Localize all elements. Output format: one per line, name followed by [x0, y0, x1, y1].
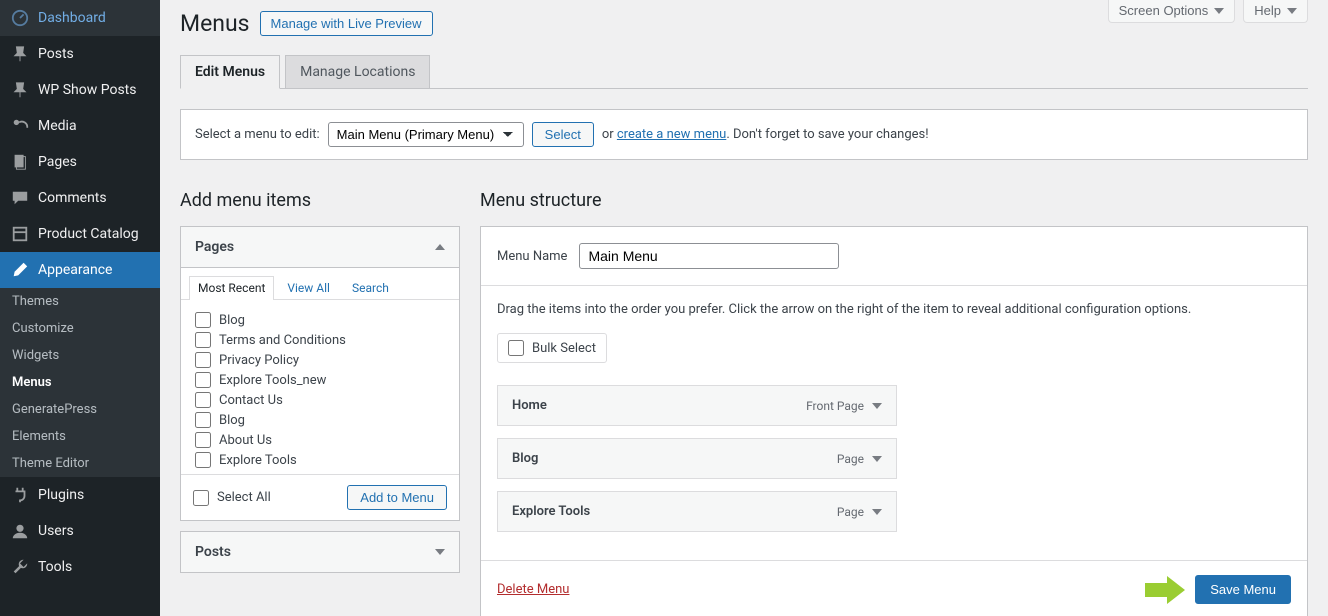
- chevron-down-icon: [1287, 8, 1297, 14]
- catalog-icon: [10, 224, 30, 244]
- menu-select-bar: Select a menu to edit: Main Menu (Primar…: [180, 109, 1308, 160]
- menu-name-label: Menu Name: [497, 249, 567, 264]
- sidebar-item-label: Dashboard: [38, 10, 106, 26]
- pages-list[interactable]: BlogTerms and ConditionsPrivacy PolicyEx…: [181, 300, 459, 474]
- menu-structure-box: Menu Name Drag the items into the order …: [480, 226, 1308, 616]
- chevron-down-icon: [872, 403, 882, 409]
- page-checkbox[interactable]: Contact Us: [195, 390, 449, 410]
- page-checkbox[interactable]: Privacy Policy: [195, 350, 449, 370]
- live-preview-button[interactable]: Manage with Live Preview: [260, 11, 433, 36]
- sidebar-item-product-catalog[interactable]: Product Catalog: [0, 216, 160, 252]
- page-checkbox[interactable]: Explore Tools_new: [195, 370, 449, 390]
- sidebar-item-label: Product Catalog: [38, 226, 139, 242]
- menu-name-input[interactable]: [579, 243, 839, 269]
- tab-manage-locations[interactable]: Manage Locations: [285, 55, 430, 89]
- menu-item[interactable]: BlogPage: [497, 438, 897, 479]
- sidebar-item-label: Comments: [38, 190, 107, 206]
- submenu-item-menus[interactable]: Menus: [0, 369, 160, 396]
- pin-icon: [10, 44, 30, 64]
- pages-accordion: Pages Most RecentView AllSearch BlogTerm…: [180, 226, 460, 521]
- sidebar-item-posts[interactable]: Posts: [0, 36, 160, 72]
- page-checkbox[interactable]: About Us: [195, 430, 449, 450]
- chevron-down-icon: [872, 509, 882, 515]
- wrench-icon: [10, 557, 30, 577]
- sidebar-item-tools[interactable]: Tools: [0, 549, 160, 585]
- pin-icon: [10, 80, 30, 100]
- sidebar-item-label: Users: [38, 523, 74, 539]
- posts-accordion: Posts: [180, 531, 460, 573]
- bulk-select[interactable]: Bulk Select: [497, 333, 607, 363]
- nav-tabs: Edit MenusManage Locations: [180, 55, 1308, 89]
- save-menu-button[interactable]: Save Menu: [1195, 575, 1291, 604]
- admin-sidebar: Dashboard Posts WP Show Posts Media Pages Com…: [0, 0, 160, 616]
- create-menu-link[interactable]: create a new menu: [617, 127, 726, 142]
- add-items-heading: Add menu items: [180, 190, 460, 211]
- sidebar-item-appearance[interactable]: Appearance: [0, 252, 160, 288]
- comment-icon: [10, 188, 30, 208]
- arrow-callout-icon: [1145, 576, 1189, 604]
- sidebar-item-label: Pages: [38, 154, 77, 170]
- submenu-item-generatepress[interactable]: GeneratePress: [0, 396, 160, 423]
- pages-accordion-toggle[interactable]: Pages: [181, 227, 459, 268]
- chevron-up-icon: [435, 244, 445, 250]
- chevron-down-icon: [872, 456, 882, 462]
- menu-item[interactable]: Explore ToolsPage: [497, 491, 897, 532]
- sidebar-item-label: Appearance: [38, 262, 112, 278]
- page-checkbox[interactable]: Blog: [195, 410, 449, 430]
- select-all-checkbox[interactable]: Select All: [193, 488, 271, 508]
- sidebar-item-label: Posts: [38, 46, 74, 62]
- submenu-item-elements[interactable]: Elements: [0, 423, 160, 450]
- pages-icon: [10, 152, 30, 172]
- subtab-search[interactable]: Search: [343, 276, 398, 299]
- page-checkbox[interactable]: Blog: [195, 310, 449, 330]
- media-icon: [10, 116, 30, 136]
- drag-hint: Drag the items into the order you prefer…: [497, 302, 1291, 317]
- add-to-menu-button[interactable]: Add to Menu: [347, 485, 447, 510]
- posts-accordion-toggle[interactable]: Posts: [181, 532, 459, 572]
- submenu-item-widgets[interactable]: Widgets: [0, 342, 160, 369]
- main-content: Screen Options Help Menus Manage with Li…: [160, 0, 1328, 616]
- user-icon: [10, 521, 30, 541]
- sidebar-item-label: Media: [38, 118, 77, 134]
- sidebar-item-pages[interactable]: Pages: [0, 144, 160, 180]
- menu-structure-heading: Menu structure: [480, 190, 1308, 211]
- chevron-down-icon: [435, 549, 445, 555]
- brush-icon: [10, 260, 30, 280]
- select-menu-label: Select a menu to edit:: [195, 127, 320, 142]
- sidebar-item-media[interactable]: Media: [0, 108, 160, 144]
- sidebar-item-label: Plugins: [38, 487, 84, 503]
- delete-menu-link[interactable]: Delete Menu: [497, 582, 569, 597]
- subtab-view-all[interactable]: View All: [278, 276, 339, 299]
- submenu-item-customize[interactable]: Customize: [0, 315, 160, 342]
- plugin-icon: [10, 485, 30, 505]
- page-title: Menus: [180, 10, 250, 37]
- menu-item[interactable]: HomeFront Page: [497, 385, 897, 426]
- screen-options-button[interactable]: Screen Options: [1108, 0, 1236, 23]
- subtab-most-recent[interactable]: Most Recent: [189, 276, 274, 300]
- submenu: ThemesCustomizeWidgetsMenusGeneratePress…: [0, 288, 160, 477]
- sidebar-item-label: WP Show Posts: [38, 82, 137, 98]
- page-checkbox[interactable]: Explore Tools: [195, 450, 449, 470]
- select-button[interactable]: Select: [532, 122, 594, 147]
- sidebar-item-dashboard[interactable]: Dashboard: [0, 0, 160, 36]
- tab-edit-menus[interactable]: Edit Menus: [180, 55, 280, 89]
- menu-select[interactable]: Main Menu (Primary Menu): [328, 122, 524, 147]
- sidebar-item-wp-show-posts[interactable]: WP Show Posts: [0, 72, 160, 108]
- sidebar-item-plugins[interactable]: Plugins: [0, 477, 160, 513]
- sidebar-item-comments[interactable]: Comments: [0, 180, 160, 216]
- submenu-item-themes[interactable]: Themes: [0, 288, 160, 315]
- sidebar-item-users[interactable]: Users: [0, 513, 160, 549]
- dashboard-icon: [10, 8, 30, 28]
- help-button[interactable]: Help: [1243, 0, 1308, 23]
- submenu-item-theme-editor[interactable]: Theme Editor: [0, 450, 160, 477]
- chevron-down-icon: [1214, 8, 1224, 14]
- page-checkbox[interactable]: Terms and Conditions: [195, 330, 449, 350]
- sidebar-item-label: Tools: [38, 559, 72, 575]
